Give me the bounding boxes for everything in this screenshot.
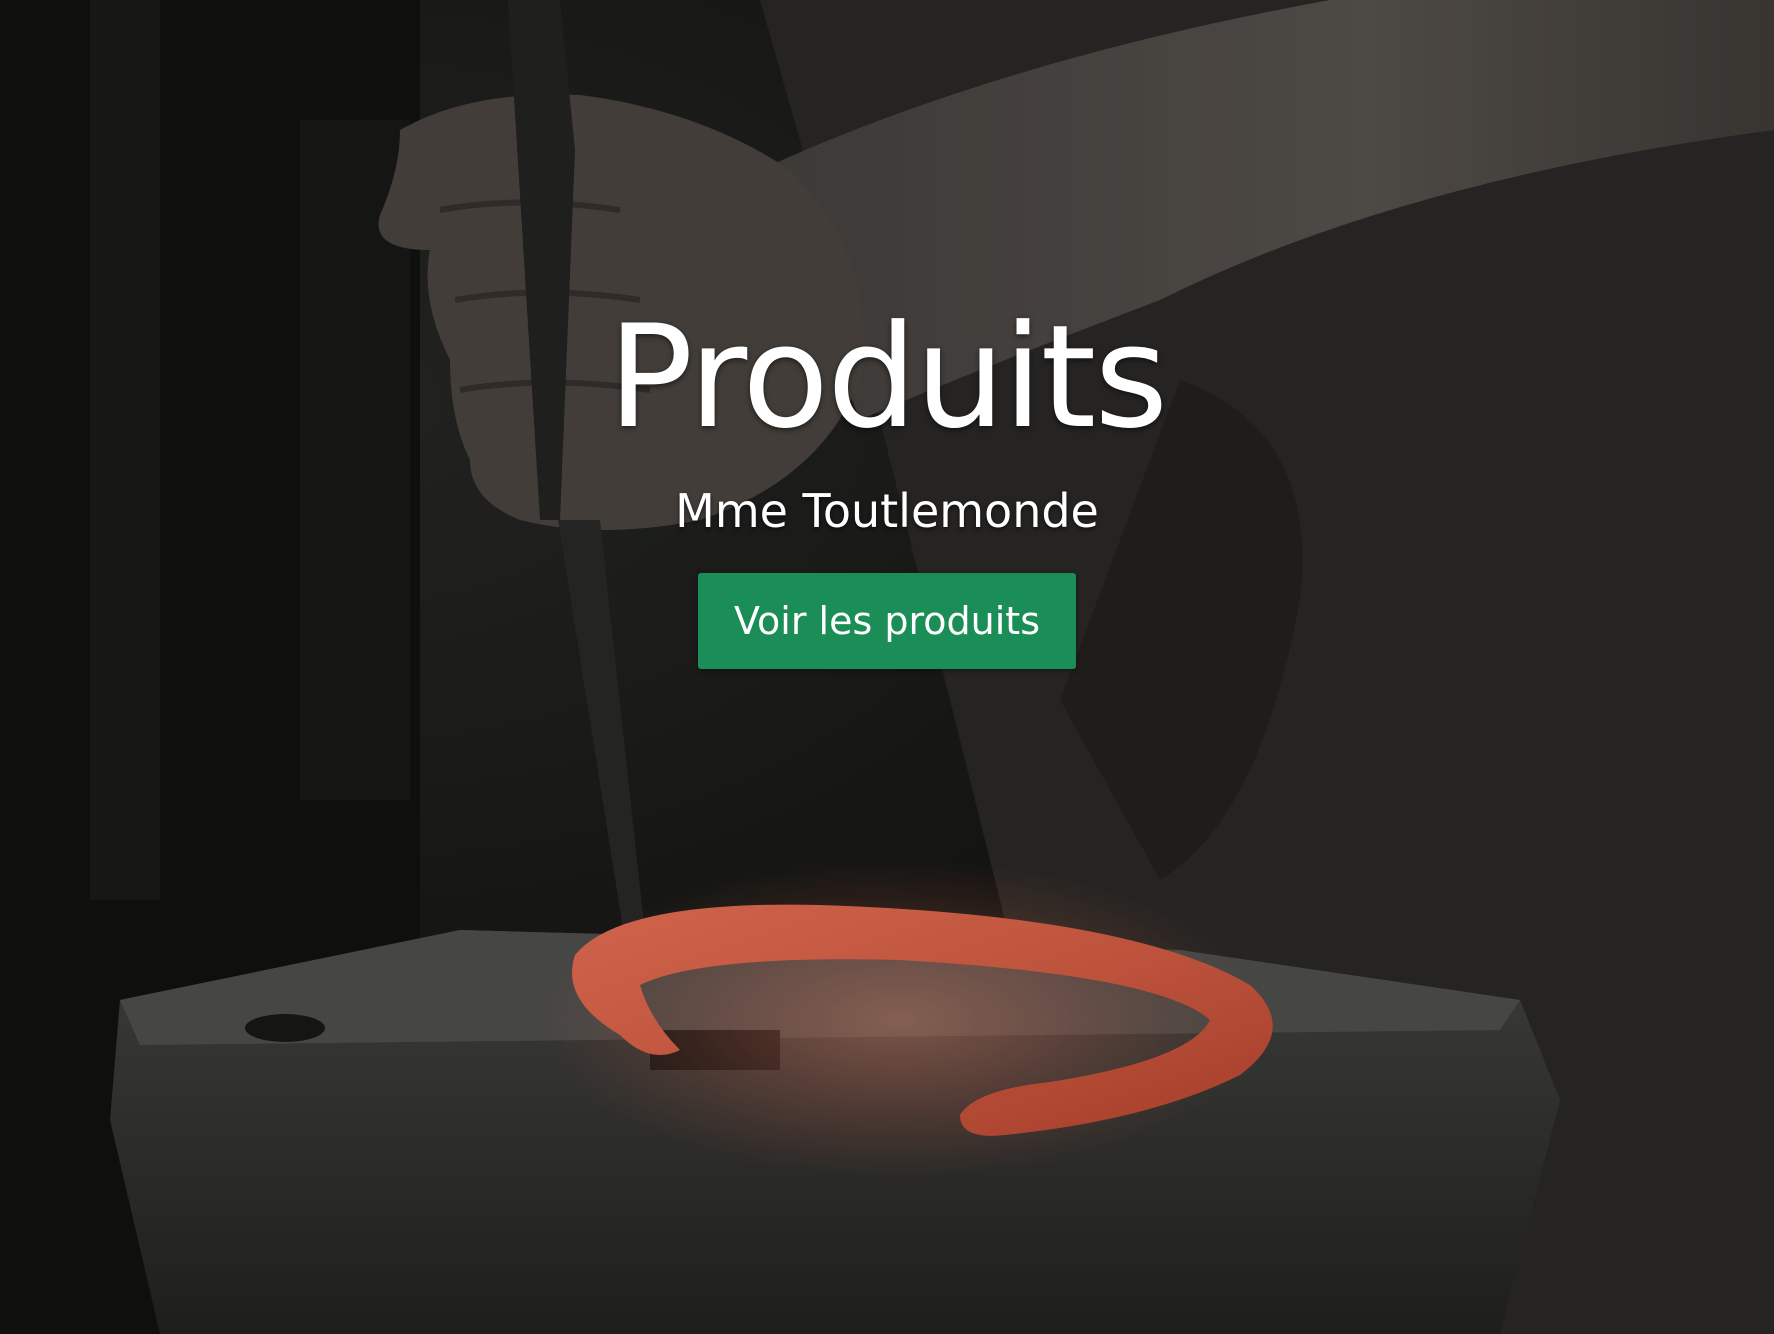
hero-section: Produits Mme Toutlemonde Voir les produi… — [0, 0, 1774, 1334]
hero-content: Produits Mme Toutlemonde Voir les produi… — [0, 295, 1774, 670]
view-products-button[interactable]: Voir les produits — [698, 573, 1076, 670]
hero-subtitle: Mme Toutlemonde — [675, 484, 1099, 539]
page-title: Produits — [607, 295, 1169, 460]
